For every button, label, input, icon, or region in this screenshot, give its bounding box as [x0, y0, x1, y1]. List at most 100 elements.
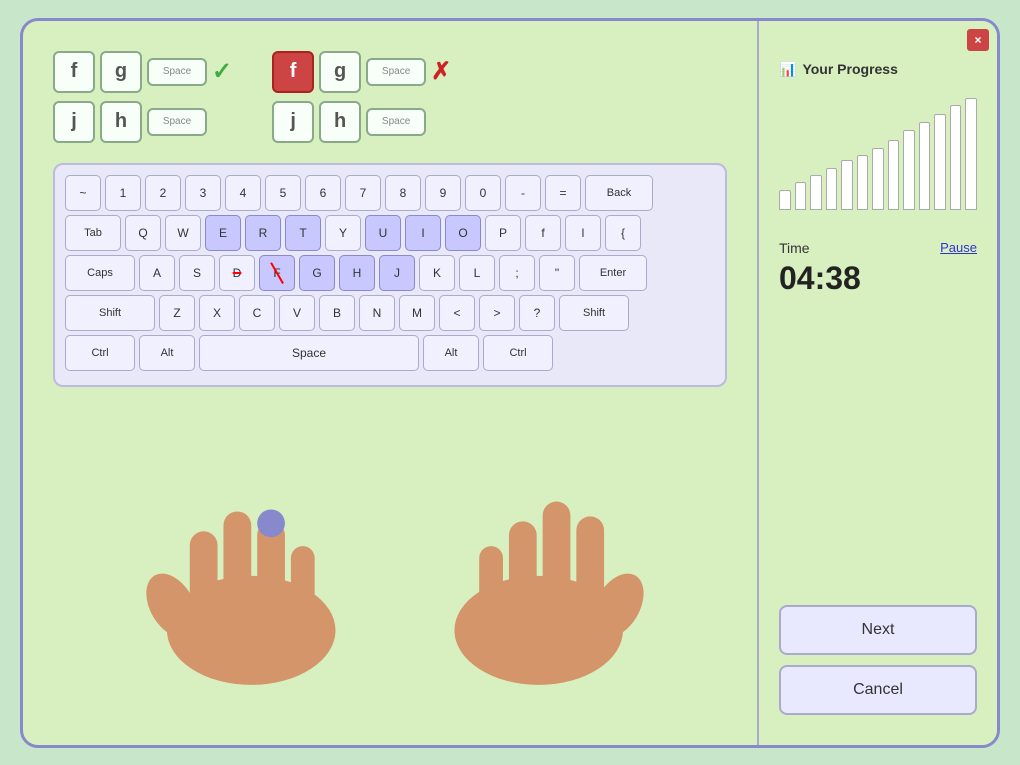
kb-2: 2: [145, 175, 181, 211]
key-f-1: f: [53, 51, 95, 93]
kb-equals: =: [545, 175, 581, 211]
key-space-2: Space: [147, 108, 207, 136]
close-button[interactable]: ×: [967, 29, 989, 51]
key-space-4: Space: [366, 108, 426, 136]
kb-9: 9: [425, 175, 461, 211]
progress-bar-chart: [779, 90, 977, 210]
kb-slash: ?: [519, 295, 555, 331]
kb-4: 4: [225, 175, 261, 211]
kb-row-bottom: Ctrl Alt Space Alt Ctrl: [65, 335, 715, 371]
bar-7: [872, 148, 884, 210]
kb-u: U: [365, 215, 401, 251]
kb-p: P: [485, 215, 521, 251]
kb-h: H: [339, 255, 375, 291]
kb-alt-right: Alt: [423, 335, 479, 371]
bar-9: [903, 130, 915, 210]
pause-button[interactable]: Pause: [940, 240, 977, 255]
kb-g: G: [299, 255, 335, 291]
bar-4: [826, 168, 838, 210]
key-f-2-active: f: [272, 51, 314, 93]
time-header: Time Pause: [779, 240, 977, 256]
next-button[interactable]: Next: [779, 605, 977, 655]
key-j-2: j: [272, 101, 314, 143]
key-row-1: f g Space ✓: [53, 51, 232, 93]
bar-2: [795, 182, 807, 210]
key-h-1: h: [100, 101, 142, 143]
time-label: Time: [779, 240, 810, 256]
kb-l: L: [459, 255, 495, 291]
check-icon: ✓: [212, 57, 232, 86]
kb-shift-right: Shift: [559, 295, 629, 331]
kb-j: J: [379, 255, 415, 291]
kb-c: C: [239, 295, 275, 331]
bar-3: [810, 175, 822, 210]
kb-backslash: {: [605, 215, 641, 251]
kb-row-asdf: Caps A S D F G H J K L ; " Enter: [65, 255, 715, 291]
kb-bracket-l: f: [525, 215, 561, 251]
kb-backspace: Back: [585, 175, 653, 211]
kb-6: 6: [305, 175, 341, 211]
right-hand: [454, 501, 654, 684]
kb-x: X: [199, 295, 235, 331]
kb-b: B: [319, 295, 355, 331]
kb-t: T: [285, 215, 321, 251]
hands-illustration: [53, 397, 727, 725]
kb-r: R: [245, 215, 281, 251]
kb-8: 8: [385, 175, 421, 211]
bar-1: [779, 190, 791, 210]
kb-tilde: ~: [65, 175, 101, 211]
kb-e: E: [205, 215, 241, 251]
kb-5: 5: [265, 175, 301, 211]
kb-minus: -: [505, 175, 541, 211]
key-sequences: f g Space ✓ j h Space f g Space ✗: [53, 51, 727, 143]
bar-6: [857, 155, 869, 210]
key-row-4: j h Space: [272, 101, 451, 143]
kb-k: K: [419, 255, 455, 291]
kb-alt-left: Alt: [139, 335, 195, 371]
kb-tab: Tab: [65, 215, 121, 251]
kb-period: >: [479, 295, 515, 331]
timer-display: 04:38: [779, 260, 977, 297]
key-space-1: Space: [147, 58, 207, 86]
kb-y: Y: [325, 215, 361, 251]
cancel-button[interactable]: Cancel: [779, 665, 977, 715]
progress-title: 📊 Your Progress: [779, 61, 977, 78]
progress-label: Your Progress: [802, 61, 897, 77]
kb-row-zxcv: Shift Z X C V B N M < > ? Shift: [65, 295, 715, 331]
bar-13: [965, 98, 977, 210]
time-section: Time Pause 04:38: [779, 240, 977, 317]
key-g-2: g: [319, 51, 361, 93]
kb-m: M: [399, 295, 435, 331]
key-space-3: Space: [366, 58, 426, 86]
kb-space: Space: [199, 335, 419, 371]
key-h-2: h: [319, 101, 361, 143]
kb-d: D: [219, 255, 255, 291]
kb-enter: Enter: [579, 255, 647, 291]
key-group-incorrect: f g Space ✗ j h Space: [272, 51, 451, 143]
bar-10: [919, 122, 931, 210]
kb-comma: <: [439, 295, 475, 331]
kb-1: 1: [105, 175, 141, 211]
left-panel: f g Space ✓ j h Space f g Space ✗: [23, 21, 757, 745]
kb-7: 7: [345, 175, 381, 211]
kb-s: S: [179, 255, 215, 291]
kb-f: F: [259, 255, 295, 291]
kb-i: I: [405, 215, 441, 251]
kb-row-qwerty: Tab Q W E R T Y U I O P f l {: [65, 215, 715, 251]
cross-icon: ✗: [431, 57, 451, 86]
key-row-2: j h Space: [53, 101, 232, 143]
kb-semicolon: ;: [499, 255, 535, 291]
bar-5: [841, 160, 853, 210]
key-g-1: g: [100, 51, 142, 93]
chart-icon: 📊: [779, 61, 796, 78]
bar-11: [934, 114, 946, 210]
kb-3: 3: [185, 175, 221, 211]
kb-a: A: [139, 255, 175, 291]
keyboard-display: ~ 1 2 3 4 5 6 7 8 9 0 - = Back Tab Q W E: [53, 163, 727, 387]
progress-section: 📊 Your Progress: [779, 61, 977, 230]
kb-o: O: [445, 215, 481, 251]
kb-bracket-r: l: [565, 215, 601, 251]
kb-quote: ": [539, 255, 575, 291]
kb-v: V: [279, 295, 315, 331]
key-group-correct: f g Space ✓ j h Space: [53, 51, 232, 143]
